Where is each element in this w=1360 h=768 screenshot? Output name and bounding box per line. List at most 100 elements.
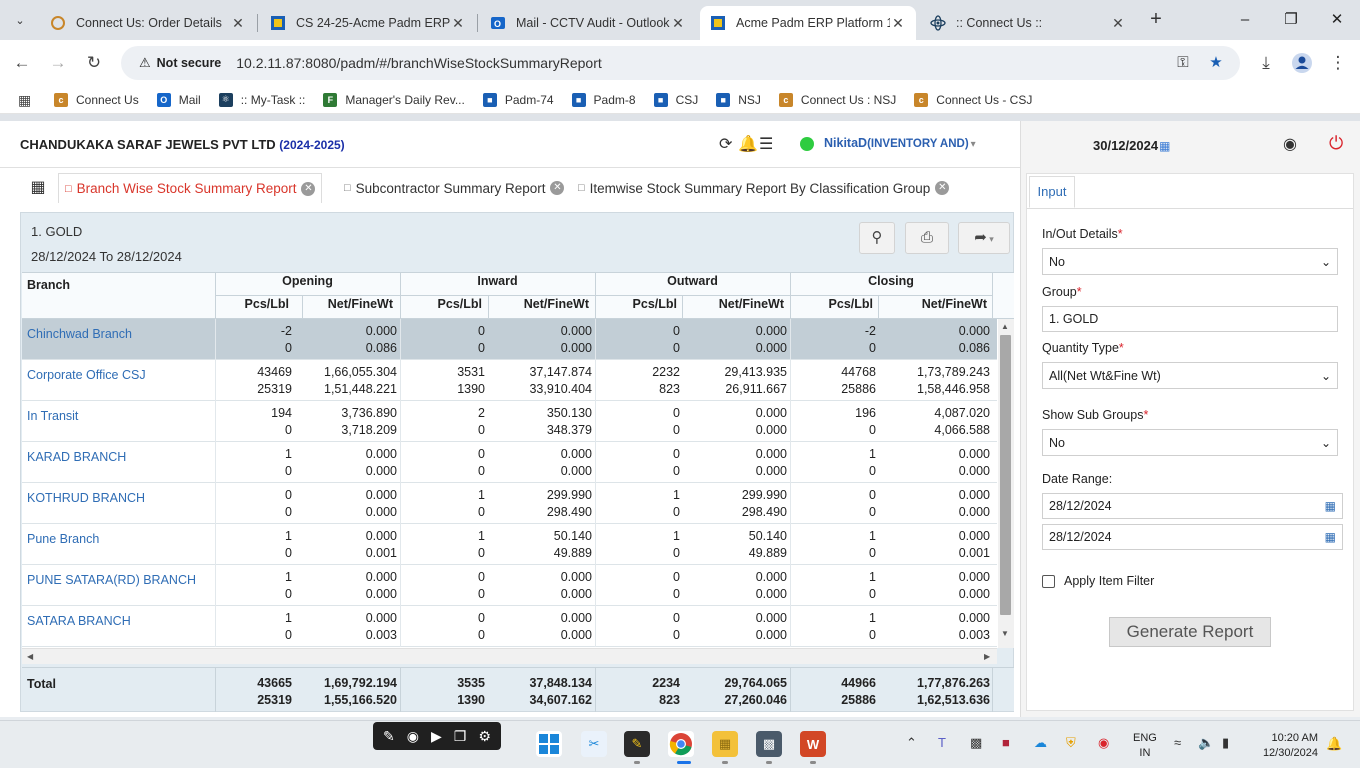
branch-name-link[interactable]: Pune Branch [27,532,99,546]
group-field[interactable]: 1. GOLD [1042,306,1338,332]
scroll-left-icon[interactable]: ◀ [27,652,33,661]
browser-tab[interactable]: CS 24-25-Acme Padm ERP P ✕ [260,6,476,40]
reload-button[interactable]: ↻ [82,51,106,75]
shield-icon[interactable]: ⛨ [1066,735,1076,751]
browser-tab[interactable]: :: Connect Us :: ✕ [920,6,1136,40]
sticky-notes-icon[interactable]: ✎ [624,731,650,757]
snip-mode-icon[interactable]: ✎ [383,728,395,745]
tab-subcontractor-summary[interactable]: □ Subcontractor Summary Report ✕ [338,173,570,203]
browser-tab[interactable]: O Mail - CCTV Audit - Outlook ✕ [480,6,696,40]
tab-input[interactable]: Input [1029,176,1075,208]
windows-start-icon[interactable] [536,731,562,757]
close-icon[interactable]: ✕ [890,15,906,32]
bookmark-my-task[interactable]: ⚛:: My-Task :: [218,92,305,107]
onedrive-icon[interactable]: ☁ [1034,735,1047,751]
browser-tab-active[interactable]: Acme Padm ERP Platform 1. ✕ [700,6,916,40]
quantity-type-select[interactable]: All(Net Wt&Fine Wt) ⌄ [1042,362,1338,389]
share-button[interactable]: ➦ ▾ [958,222,1010,254]
power-icon[interactable]: ⏻ [1329,133,1343,154]
branch-name-link[interactable]: Chinchwad Branch [27,327,132,341]
app-grid-icon[interactable]: ▦ [28,178,48,198]
battery-icon[interactable]: ▮ [1222,735,1229,751]
calendar-icon[interactable]: ▦ [1325,499,1336,513]
branch-name-link[interactable]: SATARA BRANCH [27,614,131,628]
volume-icon[interactable]: 🔈 [1198,735,1214,751]
close-tab-icon[interactable]: ✕ [301,181,316,196]
bell-icon[interactable]: 🔔 [738,134,758,154]
clock[interactable]: 10:20 AM 12/30/2024 [1250,731,1318,761]
bookmark-connect-us-csj[interactable]: c Connect Us - CSJ [914,92,1032,107]
chevron-up-icon[interactable]: ⌃ [906,735,917,751]
table-row[interactable]: KARAD BRANCH 1 0.000 0 0.000 0 0.000 1 0.000 0 0.0… [22,442,997,483]
list-icon[interactable]: ☰ [759,134,773,154]
restore-button[interactable]: ❐ [1279,8,1303,32]
table-row[interactable]: KOTHRUD BRANCH 0 0.000 1 299.990 1 299.990 0 0.0… [22,483,997,524]
horizontal-scrollbar[interactable]: ◀ ▶ [22,648,997,664]
wifi-icon[interactable]: ≈ [1174,735,1181,750]
browser-menu-button[interactable]: ⋮ [1326,51,1350,75]
download-button[interactable]: ⤓ [1254,51,1278,75]
gear-icon[interactable]: ⚙ [478,728,491,745]
scroll-up-icon[interactable]: ▲ [1001,322,1009,331]
back-button[interactable]: ← [10,51,34,75]
key-icon[interactable]: ⚿ [1173,53,1193,73]
bookmark-connect-us[interactable]: c Connect Us [54,92,139,107]
current-date[interactable]: 30/12/2024▦ [1093,138,1170,153]
language-indicator[interactable]: ENG IN [1133,731,1157,761]
show-sub-groups-select[interactable]: No ⌄ [1042,429,1338,456]
branch-name-link[interactable]: In Transit [27,409,78,423]
apply-item-filter-checkbox[interactable] [1042,574,1055,588]
star-icon[interactable]: ★ [1206,53,1226,73]
security-chip[interactable]: ⚠ Not secure [131,50,229,76]
tab-branch-wise-stock-summary[interactable]: □ Branch Wise Stock Summary Report ✕ [58,173,323,203]
close-tab-icon[interactable]: ✕ [935,181,950,195]
user-menu[interactable]: NikitaD(INVENTORY AND) ▾ [824,136,976,150]
branch-name-link[interactable]: PUNE SATARA(RD) BRANCH [27,573,196,587]
wps-office-icon[interactable]: W [800,731,826,757]
table-row[interactable]: Corporate Office CSJ 43469 1,66,055.304 353… [22,360,997,401]
window-icon[interactable]: ❐ [454,728,467,745]
sync-icon[interactable]: ⟳ [719,134,732,154]
forward-button[interactable]: → [46,51,70,75]
branch-name-link[interactable]: Corporate Office CSJ [27,368,146,382]
chrome-icon[interactable] [668,731,694,757]
branch-name-link[interactable]: KOTHRUD BRANCH [27,491,145,505]
notification-bell-icon[interactable]: 🔔 [1326,736,1342,751]
inout-details-select[interactable]: No ⌄ [1042,248,1338,275]
table-row[interactable]: PUNE SATARA(RD) BRANCH 1 0.000 0 0.000 0 0.000… [22,565,997,606]
close-icon[interactable]: ✕ [450,15,466,32]
table-row[interactable]: Chinchwad Branch -2 0.000 0 0.000 0 0.000 -2 0.0… [22,319,997,360]
close-icon[interactable]: ✕ [670,15,686,32]
video-icon[interactable]: ▶ [431,728,442,745]
bookmark-mail[interactable]: O Mail [156,92,201,107]
bookmark-padm-74[interactable]: ■ Padm-74 [482,92,554,107]
table-row[interactable]: Pune Branch 1 0.000 1 50.140 1 50.140 1 0.000 0 0.… [22,524,997,565]
vertical-scrollbar[interactable]: ▲ ▼ [998,319,1014,648]
bookmark-csj[interactable]: ■ CSJ [653,92,698,107]
record-icon[interactable]: ◉ [1098,735,1109,751]
browser-tab[interactable]: Connect Us: Order Details ✕ [40,6,256,40]
scroll-right-icon[interactable]: ▶ [984,652,990,661]
print-button[interactable]: ⎙ [905,222,949,254]
branch-name-link[interactable]: KARAD BRANCH [27,450,126,464]
tray-app-icon[interactable]: ▩ [970,735,982,751]
minimize-button[interactable]: – [1233,8,1257,32]
teams-icon[interactable]: T [938,735,946,750]
to-date-field[interactable]: 28/12/2024 ▦ [1042,524,1343,550]
address-bar[interactable]: ⚠ Not secure 10.2.11.87:8080/padm/#/bran… [121,46,1240,80]
close-tab-icon[interactable]: ✕ [550,181,565,195]
scroll-down-icon[interactable]: ▼ [1001,629,1009,638]
table-row[interactable]: SATARA BRANCH 1 0.000 0 0.000 0 0.000 1 0.000 0 0.… [22,606,997,647]
close-window-button[interactable]: ✕ [1325,8,1349,32]
close-icon[interactable]: ✕ [230,15,246,32]
tray-app-icon[interactable]: ■ [1002,735,1010,750]
bookmark-padm-8[interactable]: ■ Padm-8 [571,92,636,107]
bookmark-managers-daily[interactable]: F Manager's Daily Rev... [323,92,465,107]
from-date-field[interactable]: 28/12/2024 ▦ [1042,493,1343,519]
tab-itemwise-stock-summary[interactable]: □ Itemwise Stock Summary Report By Class… [572,173,955,203]
apply-item-filter[interactable]: Apply Item Filter [1042,574,1154,588]
apps-grid-icon[interactable]: ▦ [18,92,34,108]
url-text[interactable]: 10.2.11.87:8080/padm/#/branchWiseStockSu… [236,55,602,71]
camera-icon[interactable]: ◉ [407,728,419,745]
app-icon[interactable]: ▩ [756,731,782,757]
